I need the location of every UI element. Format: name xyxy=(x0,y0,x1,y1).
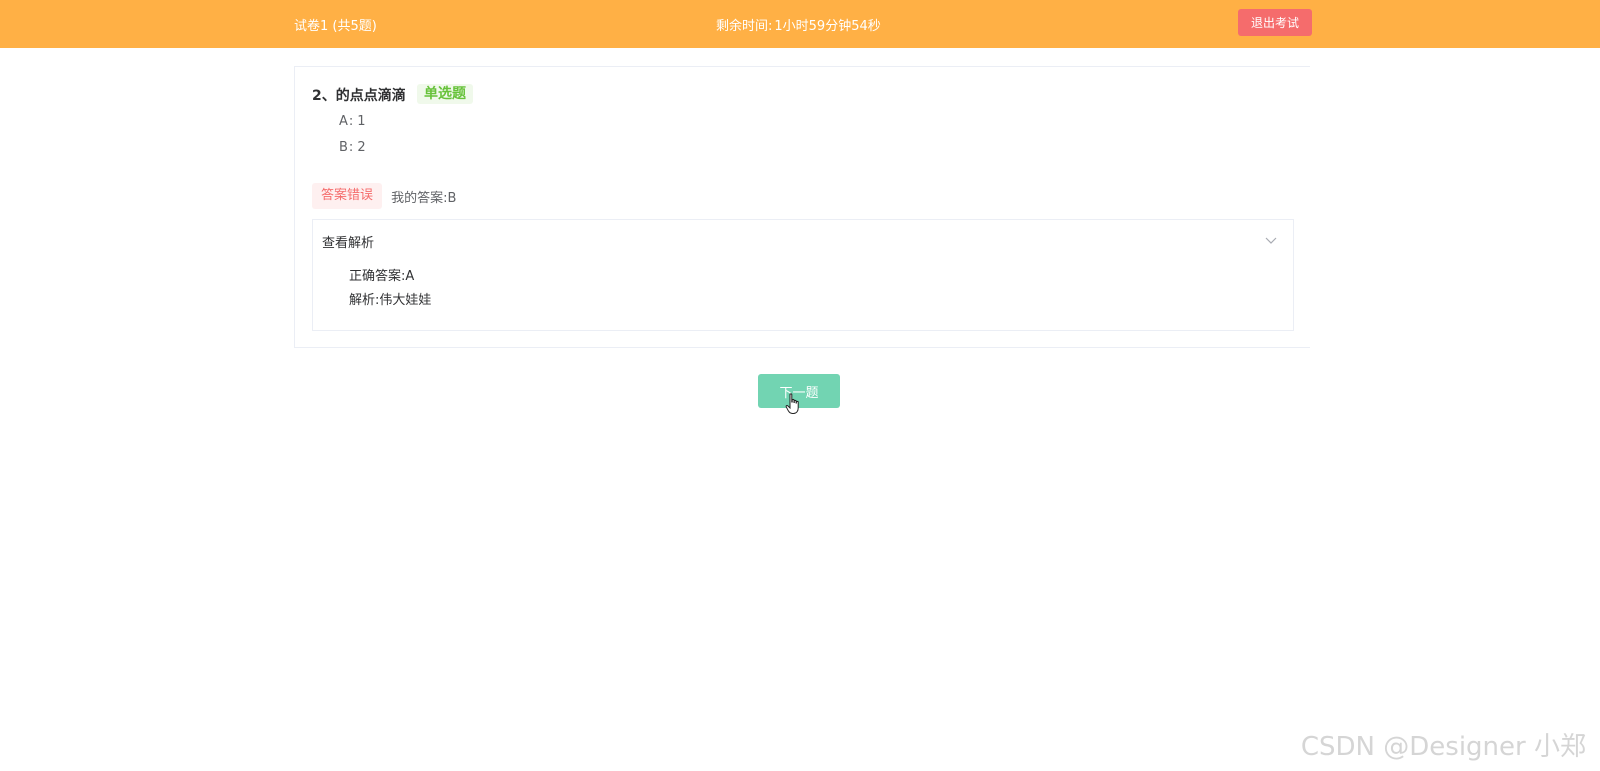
analysis-toggle-label: 查看解析 xyxy=(322,236,375,251)
wrong-answer-tag: 答案错误 xyxy=(312,183,383,209)
remaining-time: 剩余时间: 1小时59分钟54秒 xyxy=(716,15,881,34)
timer-label: 剩余时间: xyxy=(716,19,773,34)
watermark: CSDN @Designer 小郑 xyxy=(1300,732,1586,762)
exam-header: 试卷1 (共5题) 剩余时间: 1小时59分钟54秒 退出考试 xyxy=(0,0,1600,48)
exit-exam-button[interactable]: 退出考试 xyxy=(1238,9,1312,36)
analysis-content: 正确答案:A 解析:伟大娃娃 xyxy=(349,265,431,313)
option-a: A: 1 xyxy=(339,114,366,129)
my-answer: 我的答案:B xyxy=(391,190,457,206)
hand-pointer-cursor-icon xyxy=(785,393,799,414)
chevron-down-icon[interactable] xyxy=(1265,234,1277,246)
option-separator: : xyxy=(348,114,354,129)
timer-value: 1小时59分钟54秒 xyxy=(774,19,881,34)
option-key: B xyxy=(339,140,348,155)
analysis-collapse: 查看解析 正确答案:A 解析:伟大娃娃 xyxy=(312,219,1294,331)
option-b: B: 2 xyxy=(339,140,366,155)
question-title: 2、的点点滴滴 xyxy=(312,88,406,104)
answer-result: 答案错误 我的答案:B xyxy=(312,183,456,209)
question-type-tag: 单选题 xyxy=(417,84,473,104)
option-key: A xyxy=(339,114,348,129)
option-separator: : xyxy=(348,140,354,155)
analysis-toggle[interactable]: 查看解析 xyxy=(313,220,1293,260)
correct-answer: 正确答案:A xyxy=(349,269,415,284)
question-card: 2、的点点滴滴 单选题 A: 1 B: 2 答案错误 我的答案:B 查看解析 正确答… xyxy=(294,66,1310,348)
option-value: 2 xyxy=(357,140,366,155)
option-value: 1 xyxy=(357,114,366,129)
explanation: 解析:伟大娃娃 xyxy=(349,293,432,308)
paper-title: 试卷1 (共5题) xyxy=(294,19,377,34)
